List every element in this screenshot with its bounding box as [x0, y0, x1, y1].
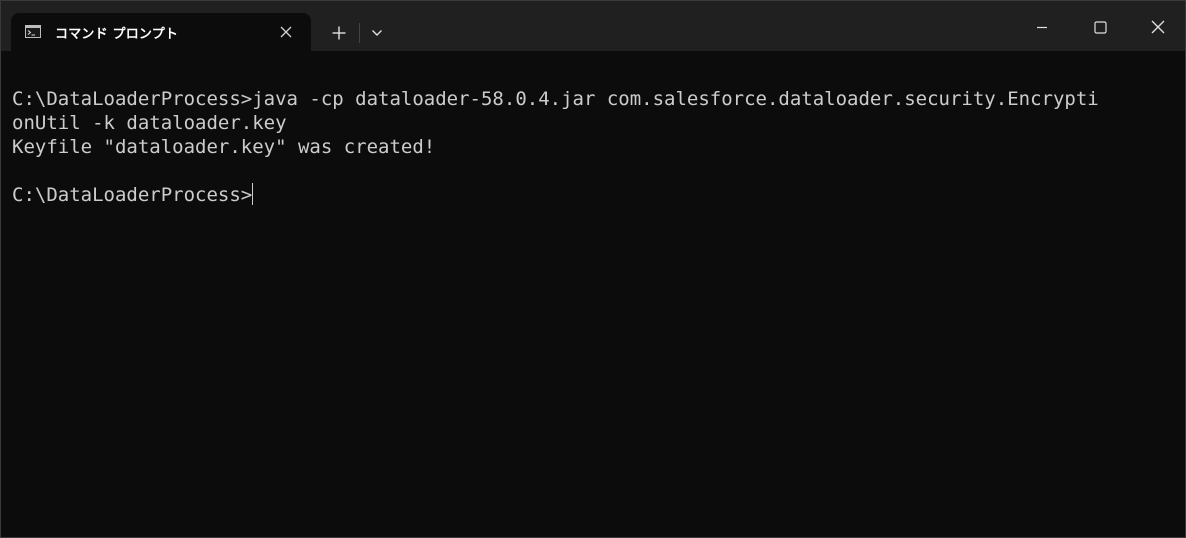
titlebar-divider: [359, 23, 360, 43]
chevron-down-icon: [372, 30, 382, 36]
new-tab-button[interactable]: [321, 19, 357, 47]
profile-dropdown-button[interactable]: [363, 19, 391, 47]
tab-command-prompt[interactable]: コマンド プロンプト: [11, 13, 311, 51]
command-prompt-icon: [25, 25, 41, 38]
text-cursor: [252, 183, 254, 205]
tab-close-button[interactable]: [277, 23, 295, 41]
prompt-line[interactable]: C:\DataLoaderProcess>: [12, 183, 1172, 207]
terminal-output[interactable]: C:\DataLoaderProcess>java -cp dataloader…: [12, 87, 1172, 207]
minimize-icon: [1037, 26, 1047, 29]
title-bar: コマンド プロンプト: [1, 1, 1185, 51]
prompt-text: C:\DataLoaderProcess>: [12, 184, 253, 206]
terminal-line: onUtil -k dataloader.key: [12, 112, 287, 134]
plus-icon: [332, 26, 346, 40]
terminal-window: コマンド プロンプト C:\DataLoaderProcess>java -cp…: [0, 0, 1186, 538]
close-icon: [1151, 20, 1165, 34]
terminal-line: Keyfile "dataloader.key" was created!: [12, 136, 436, 158]
maximize-button[interactable]: [1077, 9, 1123, 45]
close-icon: [280, 26, 292, 38]
close-button[interactable]: [1135, 9, 1181, 45]
terminal-line: C:\DataLoaderProcess>java -cp dataloader…: [12, 88, 1099, 110]
maximize-icon: [1093, 20, 1107, 34]
tab-title: コマンド プロンプト: [55, 27, 179, 42]
minimize-button[interactable]: [1019, 9, 1065, 45]
